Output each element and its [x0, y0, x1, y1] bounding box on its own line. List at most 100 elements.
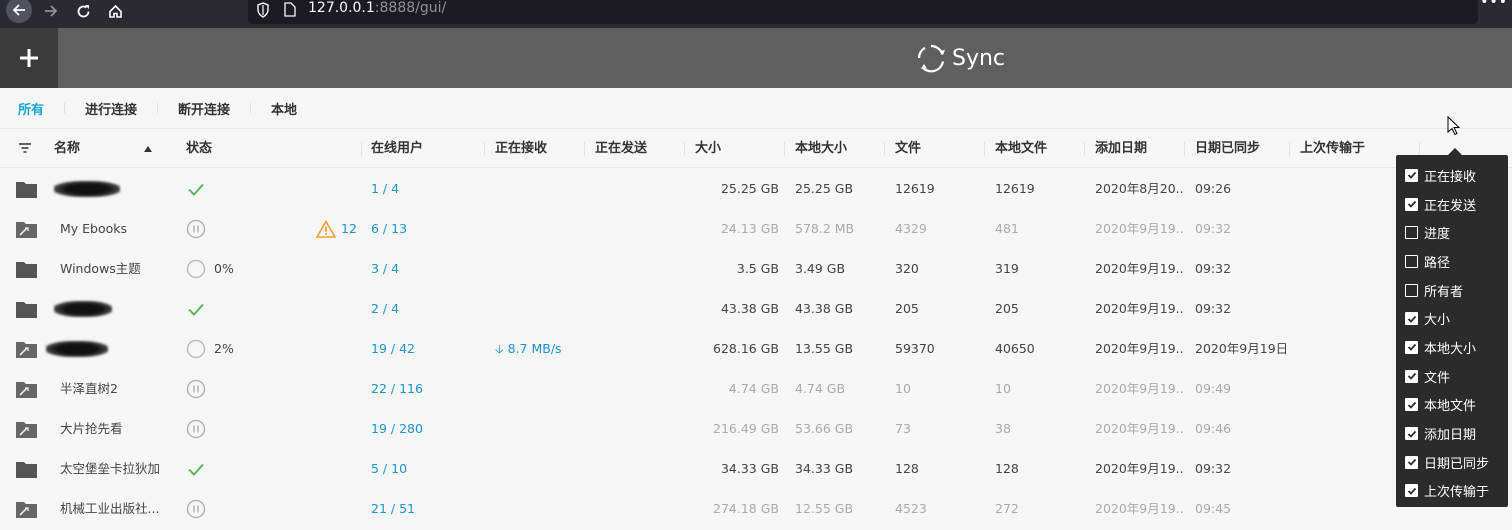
address-bar[interactable]: 127.0.0.1:8888/gui/ — [248, 0, 1478, 24]
tab-all[interactable]: 所有 — [18, 99, 44, 118]
add-folder-button[interactable] — [0, 28, 58, 88]
column-menu-item[interactable]: 添加日期 — [1396, 419, 1508, 448]
warning-icon[interactable] — [316, 220, 336, 238]
column-menu-item[interactable]: 日期已同步 — [1396, 448, 1508, 477]
table-row[interactable]: 大片抢先看 19 / 280 216.49 GB 53.66 GB 73 38 … — [0, 409, 1512, 449]
column-menu-label: 正在接收 — [1424, 169, 1477, 185]
column-menu-label: 本地文件 — [1424, 399, 1477, 415]
folder-name: 机械工业出版社... — [60, 501, 160, 516]
col-sending[interactable]: 正在发送 — [595, 129, 647, 169]
table-row[interactable]: My Ebooks 12 6 / 13 24.13 GB 578.2 MB 43… — [0, 209, 1512, 249]
added-date: 2020年9月19... — [1095, 261, 1183, 276]
table-row[interactable]: Windows主题 0% 3 / 4 3.5 GB 3.49 GB 320 31… — [0, 249, 1512, 289]
column-menu-item[interactable]: 上次传输于 — [1396, 477, 1508, 506]
table-row[interactable]: 半泽直树2 22 / 116 4.74 GB 4.74 GB 10 10 202… — [0, 369, 1512, 409]
column-menu-item[interactable]: 所有者 — [1396, 276, 1508, 305]
back-button[interactable] — [6, 0, 32, 23]
app-header: Sync — [0, 28, 1512, 88]
forward-button[interactable] — [40, 0, 62, 22]
peers-link[interactable]: 19 / 280 — [371, 409, 423, 449]
size-value: 274.18 GB — [713, 501, 779, 516]
folder-partial-icon — [16, 382, 37, 398]
checkbox[interactable] — [1405, 398, 1418, 412]
folder-name: 大片抢先看 — [60, 421, 123, 436]
tab-connected[interactable]: 进行连接 — [85, 99, 137, 118]
tab-divider — [64, 103, 66, 113]
size-value: 628.16 GB — [713, 341, 779, 356]
status-text: 2% — [214, 341, 234, 356]
col-divider — [584, 142, 585, 156]
column-menu-item[interactable]: 正在接收 — [1396, 161, 1508, 190]
column-menu-label: 文件 — [1424, 370, 1451, 386]
checkbox[interactable] — [1405, 484, 1418, 498]
reload-button[interactable] — [72, 0, 94, 22]
checkbox[interactable] — [1405, 226, 1418, 240]
column-menu-item[interactable]: 路径 — [1396, 247, 1508, 276]
overflow-menu-icon[interactable]: ••• — [1480, 0, 1508, 10]
checkbox[interactable] — [1405, 254, 1418, 268]
table-row[interactable]: 2 / 4 43.38 GB 43.38 GB 205 205 2020年9月1… — [0, 289, 1512, 329]
column-menu-label: 本地大小 — [1424, 341, 1477, 357]
checkbox[interactable] — [1405, 197, 1418, 211]
col-status[interactable]: 状态 — [186, 129, 212, 169]
column-menu-item[interactable]: 文件 — [1396, 362, 1508, 391]
table-row[interactable]: 2% 19 / 42 🡣 8.7 MB/s 628.16 GB 13.55 GB … — [0, 329, 1512, 369]
shield-icon[interactable] — [256, 2, 270, 18]
col-divider — [1419, 142, 1420, 156]
col-last-transfer[interactable]: 上次传输于 — [1300, 129, 1365, 169]
files-value: 320 — [895, 261, 919, 276]
column-menu-label: 添加日期 — [1424, 428, 1477, 444]
pause-icon — [186, 419, 206, 439]
peers-link[interactable]: 6 / 13 — [371, 209, 407, 249]
app-logo: Sync — [916, 40, 1005, 76]
local-size-value: 53.66 GB — [795, 421, 854, 436]
table-row[interactable]: 机械工业出版社... 21 / 51 274.18 GB 12.55 GB 45… — [0, 489, 1512, 529]
local-size-value: 13.55 GB — [795, 341, 854, 356]
peers-link[interactable]: 21 / 51 — [371, 489, 415, 529]
col-added[interactable]: 添加日期 — [1095, 129, 1147, 169]
folder-name: Windows主题 — [60, 261, 141, 276]
peers-link[interactable]: 22 / 116 — [371, 369, 423, 409]
checkbox[interactable] — [1405, 340, 1418, 354]
table-row[interactable]: 太空堡垒卡拉狄加 5 / 10 34.33 GB 34.33 GB 128 12… — [0, 449, 1512, 489]
peers-link[interactable]: 5 / 10 — [371, 449, 407, 489]
checkbox[interactable] — [1405, 168, 1418, 182]
col-size[interactable]: 大小 — [695, 129, 721, 169]
checkbox[interactable] — [1405, 455, 1418, 469]
checkbox[interactable] — [1405, 369, 1418, 383]
files-value: 73 — [895, 421, 911, 436]
checkbox[interactable] — [1405, 312, 1418, 326]
column-menu-item[interactable]: 本地大小 — [1396, 333, 1508, 362]
local-files-value: 38 — [995, 421, 1011, 436]
peers-link[interactable]: 3 / 4 — [371, 249, 399, 289]
peers-link[interactable]: 2 / 4 — [371, 289, 399, 329]
col-receiving[interactable]: 正在接收 — [495, 129, 547, 169]
warning-count[interactable]: 12 — [341, 209, 357, 249]
col-local-files[interactable]: 本地文件 — [995, 129, 1047, 169]
url-text[interactable]: 127.0.0.1:8888/gui/ — [308, 0, 446, 16]
table-row[interactable]: 1 / 4 25.25 GB 25.25 GB 12619 12619 2020… — [0, 169, 1512, 209]
checkbox[interactable] — [1405, 427, 1418, 441]
col-synced[interactable]: 日期已同步 — [1195, 129, 1260, 169]
home-button[interactable] — [104, 0, 126, 22]
col-local-size[interactable]: 本地大小 — [795, 129, 847, 169]
column-menu-item[interactable]: 本地文件 — [1396, 391, 1508, 420]
tab-disconnected[interactable]: 断开连接 — [178, 99, 230, 118]
col-files[interactable]: 文件 — [895, 129, 921, 169]
column-menu-item[interactable]: 正在发送 — [1396, 190, 1508, 219]
column-menu-item[interactable]: 进度 — [1396, 218, 1508, 247]
column-menu-label: 路径 — [1424, 255, 1451, 271]
arrow-right-icon — [45, 5, 58, 17]
column-menu-item[interactable]: 大小 — [1396, 304, 1508, 333]
home-icon — [108, 4, 122, 18]
peers-link[interactable]: 19 / 42 — [371, 329, 415, 369]
sort-ascending-icon[interactable] — [144, 146, 152, 152]
col-name[interactable]: 名称 — [54, 129, 80, 169]
column-filter-icon[interactable] — [18, 141, 32, 155]
check-icon — [1407, 401, 1416, 409]
peers-link[interactable]: 1 / 4 — [371, 169, 399, 209]
col-peers[interactable]: 在线用户 — [371, 129, 423, 169]
tab-local[interactable]: 本地 — [271, 99, 297, 118]
check-icon — [1407, 459, 1416, 467]
checkbox[interactable] — [1405, 283, 1418, 297]
